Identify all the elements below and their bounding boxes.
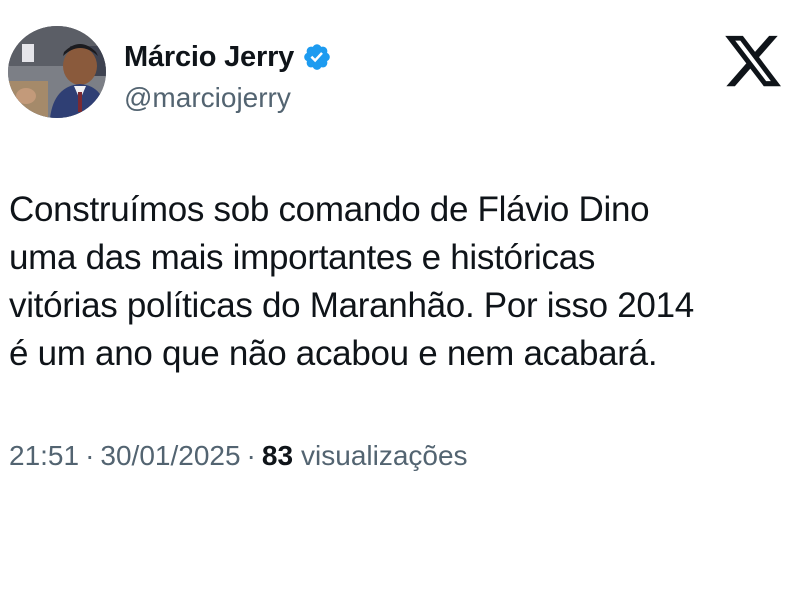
avatar-photo [8,26,106,118]
tweet-text-line: uma das mais importantes e históricas [9,238,596,277]
author-display-name[interactable]: Márcio Jerry [124,41,294,74]
tweet-card: Márcio Jerry @marciojerry Construímos so… [0,0,800,595]
tweet-text-line: Construímos sob comando de Flávio Dino [9,190,650,229]
verified-badge-icon [302,42,332,72]
tweet-text-line: vitórias políticas do Maranhão. Por isso… [9,286,694,325]
tweet-date[interactable]: 30/01/2025 [100,440,240,472]
author-handle[interactable]: @marciojerry [124,82,291,114]
x-logo-icon[interactable] [722,30,784,92]
views-label: visualizações [301,440,468,471]
tweet-text-line: é um ano que não acabou e nem acabará. [9,334,658,373]
tweet-meta: 21:51 · 30/01/2025 · 83 visualizações [9,440,468,472]
views-count: 83 [261,440,294,471]
author-name-row: Márcio Jerry [124,40,332,74]
meta-separator: · [85,440,95,471]
tweet-text: Construímos sob comando de Flávio Dino u… [9,186,789,378]
tweet-time[interactable]: 21:51 [9,440,79,472]
avatar[interactable] [8,26,106,118]
meta-separator: · [246,440,256,471]
